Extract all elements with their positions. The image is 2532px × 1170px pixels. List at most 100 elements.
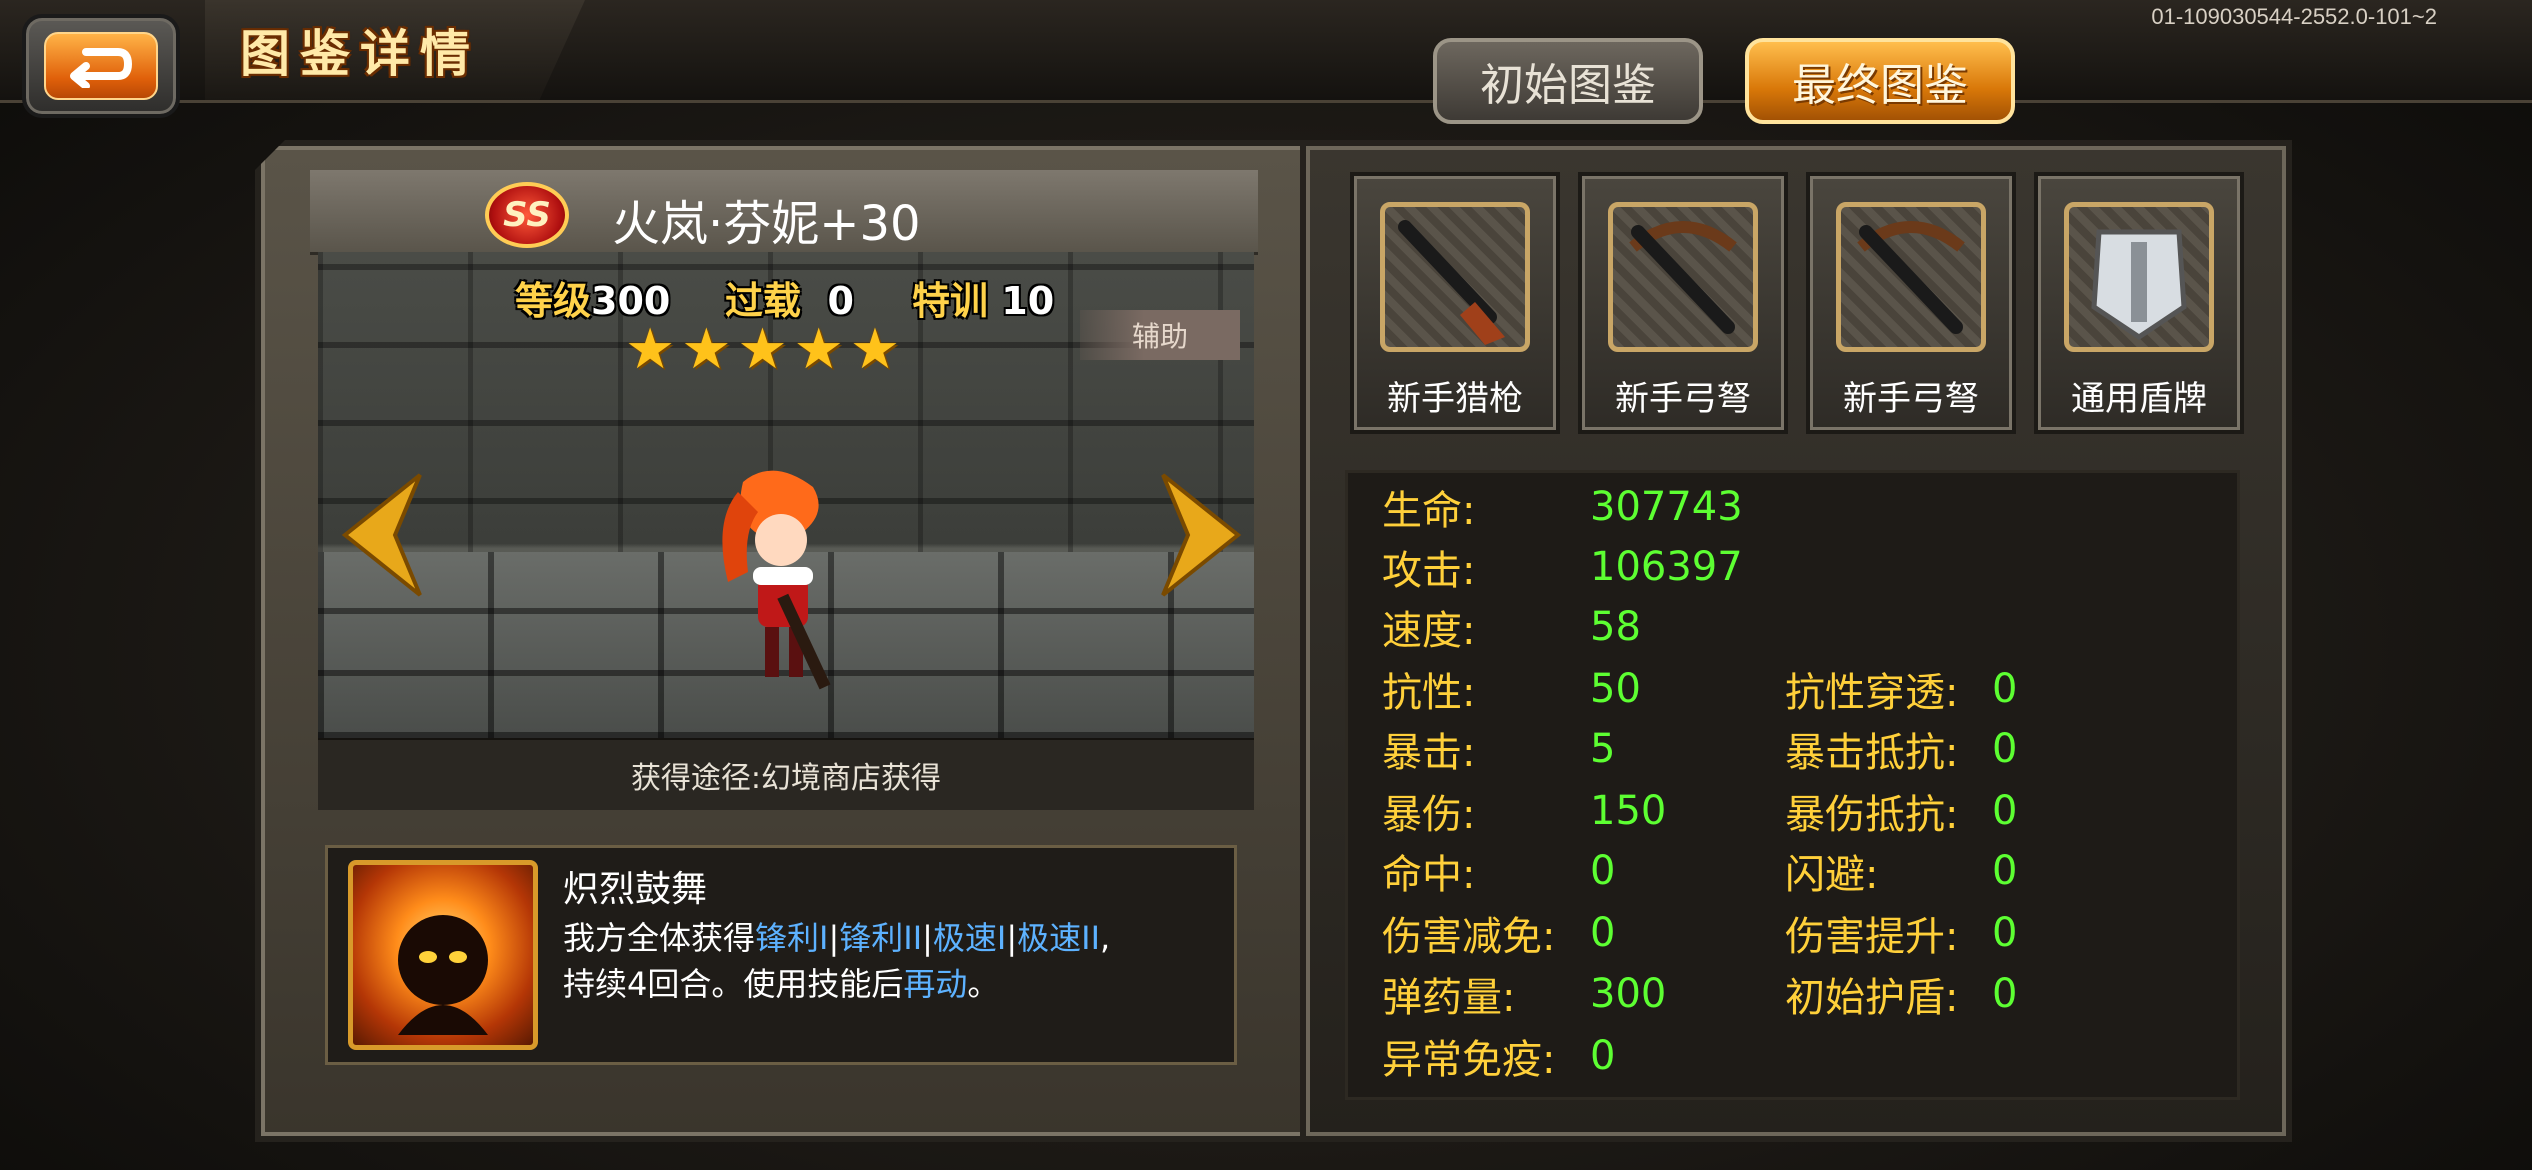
attr-value: 0 <box>1992 782 2017 840</box>
attr-value-text: 0 <box>1992 788 2018 834</box>
attr-value: 0 <box>1992 842 2017 900</box>
buff-separator: | <box>828 919 840 957</box>
skill-icon[interactable] <box>348 860 538 1050</box>
attr-label: 伤害减免: <box>1382 914 1556 960</box>
attr-label: 暴伤抵抗: <box>1785 792 1959 838</box>
chevron-right-icon <box>1161 473 1242 597</box>
attr-value-text: 50 <box>1590 666 1641 712</box>
attr-label: 弹药量: <box>1382 975 1516 1021</box>
attr-value-text: 0 <box>1992 726 2018 772</box>
attr-value: 150 <box>1590 782 1666 840</box>
tab-final-codex[interactable]: 最终图鉴 <box>1745 38 2015 124</box>
attr-value: 0 <box>1590 842 1615 900</box>
skill-desc-line2: 持续4回合。使用技能后再动。 <box>563 961 1223 1007</box>
attr-value-text: 58 <box>1590 604 1641 650</box>
equipment-slot-2[interactable]: 新手弓弩 <box>1578 172 1788 434</box>
buff-speed-1: 极速I <box>932 919 1007 957</box>
attr-label: 速度: <box>1382 608 1476 654</box>
shotgun-icon <box>1380 202 1530 352</box>
role-tag: 辅助 <box>1080 310 1240 360</box>
attr-row: 伤害减免: <box>1382 904 1555 962</box>
attr-row: 暴伤抵抗: <box>1785 782 1958 840</box>
star-icon: ★ <box>793 317 844 382</box>
buff-extra-move: 再动 <box>903 965 968 1003</box>
attr-label: 抗性: <box>1382 670 1476 716</box>
shield-icon <box>2064 202 2214 352</box>
attr-value: 0 <box>1590 904 1615 962</box>
attr-value: 50 <box>1590 660 1641 718</box>
chevron-left-icon <box>341 473 422 597</box>
star-icon: ★ <box>681 317 732 382</box>
skill-desc-prefix: 我方全体获得 <box>563 919 756 957</box>
page-title: 图鉴详情 <box>240 25 480 83</box>
attr-value: 5 <box>1590 720 1615 778</box>
attr-value-text: 0 <box>1992 848 2018 894</box>
attr-row: 伤害提升: <box>1785 904 1958 962</box>
attr-value-text: 106397 <box>1590 544 1743 590</box>
attr-label: 暴击抵抗: <box>1785 730 1959 776</box>
attr-label: 生命: <box>1382 488 1476 534</box>
attr-value-text: 307743 <box>1590 484 1743 530</box>
training-value: 10 <box>1001 279 1055 323</box>
attr-label: 异常免疫: <box>1382 1037 1556 1083</box>
hero-sprite <box>722 470 831 690</box>
star-icon: ★ <box>625 317 676 382</box>
buff-speed-2: 极速II <box>1017 919 1101 957</box>
equipment-label: 新手猎枪 <box>1387 379 1523 419</box>
buff-separator: | <box>922 919 933 957</box>
equipment-label: 通用盾牌 <box>2071 379 2207 419</box>
skill-name: 炽烈鼓舞 <box>563 869 708 910</box>
training-label: 特训 <box>912 279 989 323</box>
next-hero-button[interactable] <box>1148 470 1258 600</box>
equipment-slot-3[interactable]: 新手弓弩 <box>1806 172 2016 434</box>
skill-desc-line1: 我方全体获得锋利I|锋利II|极速I|极速II, <box>563 915 1223 961</box>
buff-separator: | <box>1006 919 1018 957</box>
equipment-slot-4[interactable]: 通用盾牌 <box>2034 172 2244 434</box>
level-label: 等级 <box>515 279 592 323</box>
back-button[interactable] <box>22 14 180 118</box>
attr-value-text: 0 <box>1992 971 2018 1017</box>
star-rating: ★ ★ ★ ★ ★ <box>625 322 900 378</box>
attr-row: 命中: <box>1382 842 1475 900</box>
attr-row: 异常免疫: <box>1382 1027 1555 1085</box>
tab-initial-codex[interactable]: 初始图鉴 <box>1433 38 1703 124</box>
attr-value: 0 <box>1992 965 2017 1023</box>
attr-value-text: 0 <box>1992 666 2018 712</box>
attr-value: 0 <box>1992 660 2017 718</box>
attr-row: 抗性穿透: <box>1785 660 1958 718</box>
equipment-slot-1[interactable]: 新手猎枪 <box>1350 172 1560 434</box>
attr-label: 攻击: <box>1382 548 1476 594</box>
skill-description: 我方全体获得锋利I|锋利II|极速I|极速II, 持续4回合。使用技能后再动。 <box>563 915 1223 1007</box>
attr-row: 攻击: <box>1382 538 1475 596</box>
attr-label: 初始护盾: <box>1785 975 1959 1021</box>
attr-value: 106397 <box>1590 538 1743 596</box>
attr-label: 命中: <box>1382 852 1476 898</box>
attr-value-text: 0 <box>1590 1033 1616 1079</box>
attr-label: 伤害提升: <box>1785 914 1959 960</box>
attr-label: 暴击: <box>1382 730 1476 776</box>
attr-row: 闪避: <box>1785 842 1878 900</box>
star-icon: ★ <box>737 317 788 382</box>
attr-value: 0 <box>1992 720 2017 778</box>
prev-hero-button[interactable] <box>325 470 435 600</box>
crossbow-icon <box>1608 202 1758 352</box>
attr-value: 58 <box>1590 598 1641 656</box>
attr-value-text: 0 <box>1992 910 2018 956</box>
hero-name: 火岚·芬妮+30 <box>612 196 921 252</box>
attr-value-text: 150 <box>1590 788 1667 834</box>
back-arrow-icon <box>44 32 158 100</box>
attr-label: 抗性穿透: <box>1785 670 1959 716</box>
equipment-label: 新手弓弩 <box>1615 379 1751 419</box>
attr-value-text: 5 <box>1590 726 1616 772</box>
attr-row: 暴伤: <box>1382 782 1475 840</box>
attr-label: 暴伤: <box>1382 792 1476 838</box>
version-text: 01-109030544-2552.0-101~2 <box>2151 4 2437 29</box>
rank-badge: SS <box>485 182 569 248</box>
attr-value: 307743 <box>1590 478 1743 536</box>
attr-row: 初始护盾: <box>1785 965 1958 1023</box>
skill-desc-comma: , <box>1100 919 1111 957</box>
attr-label: 闪避: <box>1785 852 1879 898</box>
attr-row: 速度: <box>1382 598 1475 656</box>
crossbow-icon <box>1836 202 1986 352</box>
attr-value: 0 <box>1992 904 2017 962</box>
